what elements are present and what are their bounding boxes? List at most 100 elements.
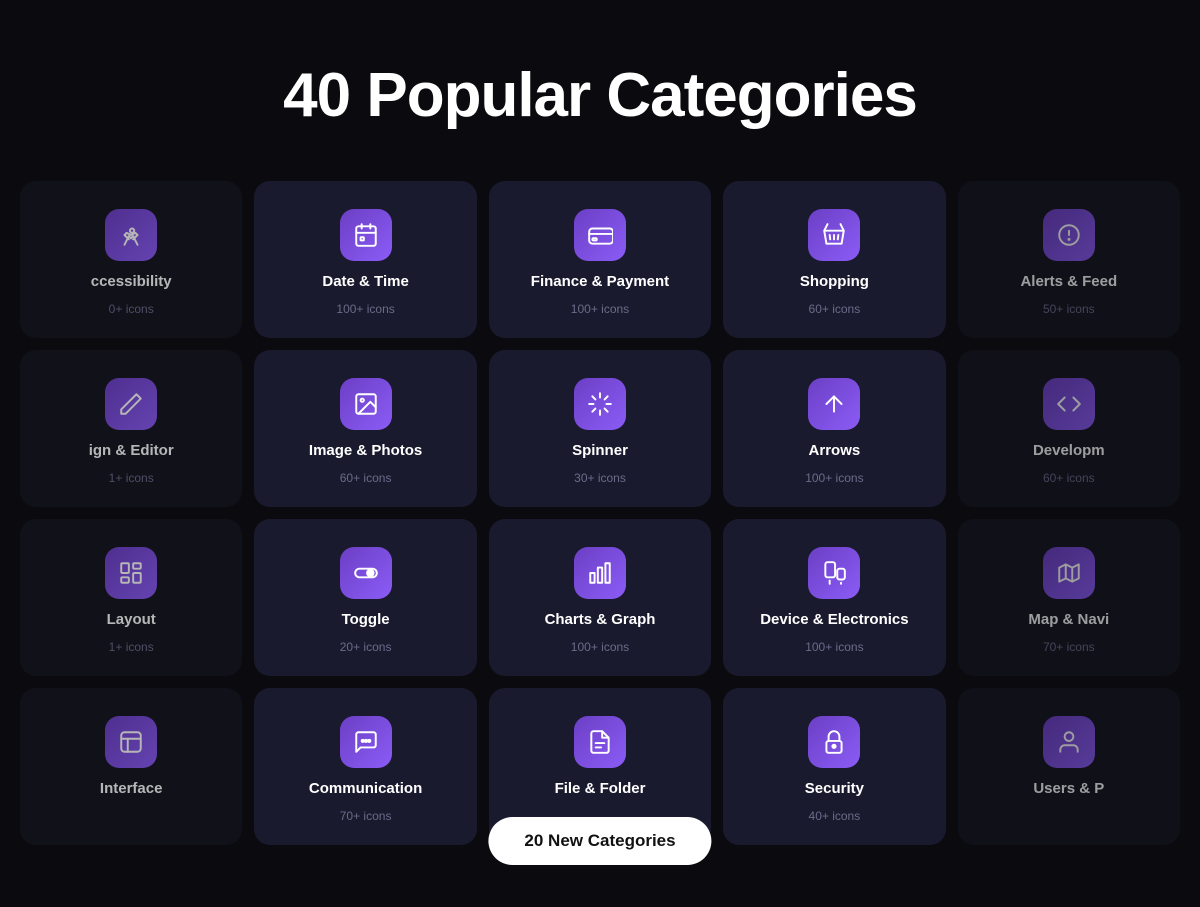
card-icon <box>587 222 613 248</box>
file-folder-name: File & Folder <box>555 780 646 797</box>
user-icon <box>1056 729 1082 755</box>
category-card-accessibility[interactable]: ccessibility 0+ icons <box>20 181 242 338</box>
layout-count: 1+ icons <box>109 640 154 654</box>
category-card-layout[interactable]: Layout 1+ icons <box>20 519 242 676</box>
users-name: Users & P <box>1033 780 1104 797</box>
layout-icon <box>118 560 144 586</box>
arrows-name: Arrows <box>809 442 861 459</box>
pen-icon <box>118 391 144 417</box>
map-navi-name: Map & Navi <box>1028 611 1109 628</box>
category-card-security[interactable]: Security 40+ icons <box>723 688 945 845</box>
date-time-icon-wrapper <box>340 209 392 261</box>
design-editor-icon-wrapper <box>105 378 157 430</box>
spinner-name: Spinner <box>572 442 628 459</box>
basket-icon <box>821 222 847 248</box>
category-card-spinner[interactable]: Spinner 30+ icons <box>489 350 711 507</box>
category-card-date-time[interactable]: Date & Time 100+ icons <box>254 181 476 338</box>
charts-graph-icon-wrapper <box>574 547 626 599</box>
toggle-icon-wrapper <box>340 547 392 599</box>
alerts-feed-count: 50+ icons <box>1043 302 1095 316</box>
category-card-device-electronics[interactable]: Device & Electronics 100+ icons <box>723 519 945 676</box>
category-card-map-navi[interactable]: Map & Navi 70+ icons <box>958 519 1180 676</box>
new-categories-badge[interactable]: 20 New Categories <box>488 817 711 865</box>
device-electronics-name: Device & Electronics <box>760 611 908 628</box>
categories-grid: ccessibility 0+ icons Date & Time 100+ icon… <box>0 181 1200 845</box>
toggle-count: 20+ icons <box>340 640 392 654</box>
spinner-icon-wrapper <box>574 378 626 430</box>
image-icon <box>353 391 379 417</box>
shopping-name: Shopping <box>800 273 869 290</box>
badge-container: 20 New Categories <box>488 817 711 865</box>
alerts-feed-name: Alerts & Feed <box>1020 273 1117 290</box>
category-card-design-editor[interactable]: ign & Editor 1+ icons <box>20 350 242 507</box>
image-photos-name: Image & Photos <box>309 442 422 459</box>
device-icon <box>821 560 847 586</box>
shopping-count: 60+ icons <box>809 302 861 316</box>
file-folder-icon-wrapper <box>574 716 626 768</box>
accessibility-name: ccessibility <box>91 273 172 290</box>
communication-icon-wrapper <box>340 716 392 768</box>
interface-icon-wrapper <box>105 716 157 768</box>
category-card-finance-payment[interactable]: Finance & Payment 100+ icons <box>489 181 711 338</box>
map-navi-icon-wrapper <box>1043 547 1095 599</box>
users-icon-wrapper <box>1043 716 1095 768</box>
code-icon <box>1056 391 1082 417</box>
spinner-count: 30+ icons <box>574 471 626 485</box>
category-card-interface[interactable]: Interface <box>20 688 242 845</box>
interface-icon <box>118 729 144 755</box>
finance-payment-name: Finance & Payment <box>531 273 669 290</box>
category-card-arrows[interactable]: Arrows 100+ icons <box>723 350 945 507</box>
device-electronics-icon-wrapper <box>808 547 860 599</box>
calendar-icon <box>353 222 379 248</box>
category-card-charts-graph[interactable]: Charts & Graph 100+ icons <box>489 519 711 676</box>
development-name: Developm <box>1033 442 1105 459</box>
communication-count: 70+ icons <box>340 809 392 823</box>
date-time-count: 100+ icons <box>336 302 394 316</box>
design-editor-name: ign & Editor <box>89 442 174 459</box>
lock-icon <box>821 729 847 755</box>
accessibility-count: 0+ icons <box>109 302 154 316</box>
chart-icon <box>587 560 613 586</box>
finance-payment-icon-wrapper <box>574 209 626 261</box>
page-title: 40 Popular Categories <box>283 60 917 131</box>
alerts-feed-icon-wrapper <box>1043 209 1095 261</box>
category-card-alerts-feed[interactable]: Alerts & Feed 50+ icons <box>958 181 1180 338</box>
date-time-name: Date & Time <box>322 273 408 290</box>
toggle-name: Toggle <box>342 611 390 628</box>
image-photos-count: 60+ icons <box>340 471 392 485</box>
category-card-communication[interactable]: Communication 70+ icons <box>254 688 476 845</box>
design-editor-count: 1+ icons <box>109 471 154 485</box>
development-icon-wrapper <box>1043 378 1095 430</box>
spinner-icon <box>587 391 613 417</box>
arrows-count: 100+ icons <box>805 471 863 485</box>
communication-name: Communication <box>309 780 422 797</box>
security-icon-wrapper <box>808 716 860 768</box>
device-electronics-count: 100+ icons <box>805 640 863 654</box>
arrows-icon-wrapper <box>808 378 860 430</box>
image-photos-icon-wrapper <box>340 378 392 430</box>
category-card-image-photos[interactable]: Image & Photos 60+ icons <box>254 350 476 507</box>
interface-name: Interface <box>100 780 163 797</box>
development-count: 60+ icons <box>1043 471 1095 485</box>
finance-payment-count: 100+ icons <box>571 302 629 316</box>
layout-icon-wrapper <box>105 547 157 599</box>
category-card-development[interactable]: Developm 60+ icons <box>958 350 1180 507</box>
map-icon <box>1056 560 1082 586</box>
accessibility-icon <box>118 222 144 248</box>
shopping-icon-wrapper <box>808 209 860 261</box>
category-card-shopping[interactable]: Shopping 60+ icons <box>723 181 945 338</box>
category-card-users[interactable]: Users & P <box>958 688 1180 845</box>
layout-name: Layout <box>107 611 156 628</box>
security-name: Security <box>805 780 864 797</box>
toggle-icon <box>353 560 379 586</box>
charts-graph-name: Charts & Graph <box>545 611 656 628</box>
charts-graph-count: 100+ icons <box>571 640 629 654</box>
category-card-toggle[interactable]: Toggle 20+ icons <box>254 519 476 676</box>
alert-icon <box>1056 222 1082 248</box>
chat-icon <box>353 729 379 755</box>
arrow-up-icon <box>821 391 847 417</box>
map-navi-count: 70+ icons <box>1043 640 1095 654</box>
accessibility-icon-wrapper <box>105 209 157 261</box>
file-icon <box>587 729 613 755</box>
security-count: 40+ icons <box>809 809 861 823</box>
